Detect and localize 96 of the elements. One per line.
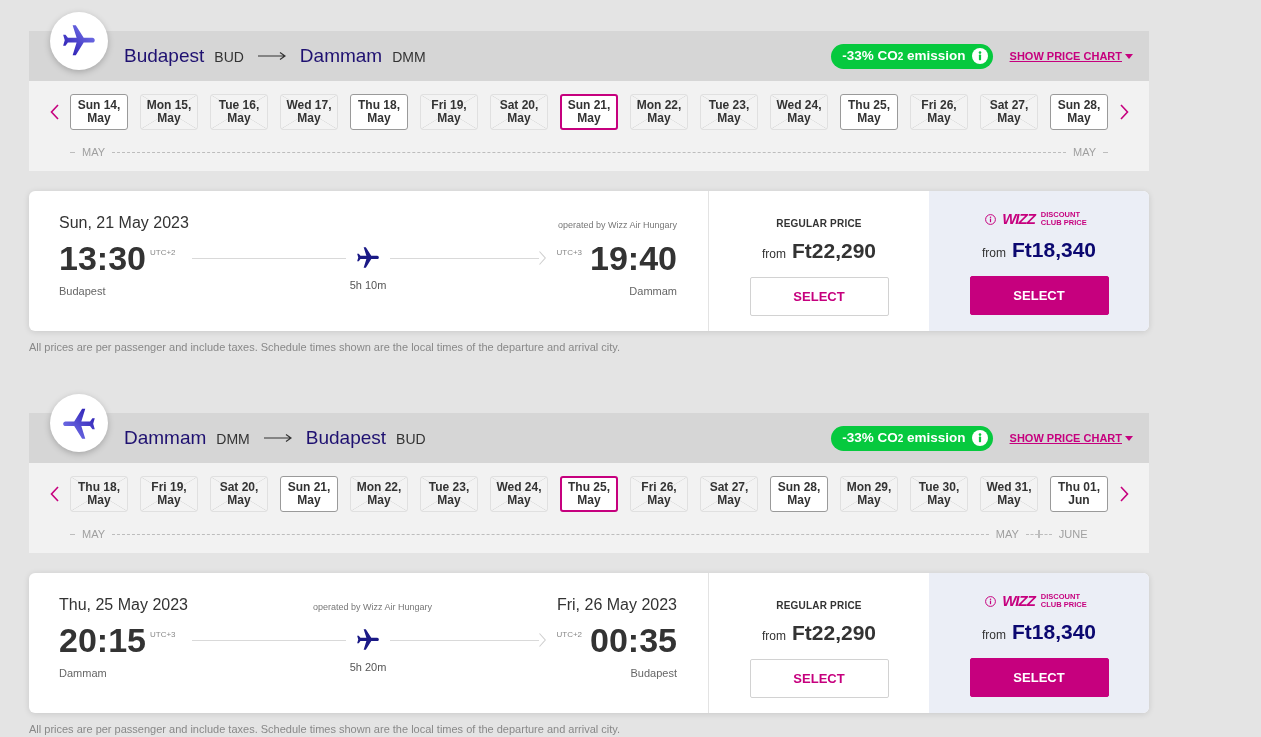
- price-chart-link[interactable]: SHOW PRICE CHART: [1009, 429, 1133, 447]
- chevron-left-icon[interactable]: [49, 104, 59, 120]
- month-label: JUNE: [1058, 527, 1088, 541]
- city-name: Dammam: [299, 44, 383, 68]
- airport-code: DMM: [392, 48, 426, 67]
- date-button[interactable]: Tue 30, May: [910, 476, 968, 512]
- date-button[interactable]: Mon 29, May: [840, 476, 898, 512]
- date-button[interactable]: Sat 27, May: [700, 476, 758, 512]
- from-label: from: [981, 245, 1006, 262]
- flight-date: Fri, 26 May 2023: [556, 595, 677, 615]
- date-button[interactable]: Thu 18, May: [70, 476, 128, 512]
- flight-duration: 5h 20m: [349, 660, 387, 674]
- from-label: from: [761, 246, 786, 263]
- arrowhead-icon: [539, 251, 547, 265]
- from-label: from: [761, 628, 786, 645]
- chevron-right-icon[interactable]: [1119, 104, 1129, 120]
- date-button[interactable]: Sat 20, May: [210, 476, 268, 512]
- date-button[interactable]: Fri 19, May: [140, 476, 198, 512]
- date-button[interactable]: Wed 31, May: [980, 476, 1038, 512]
- date-button[interactable]: Mon 15, May: [140, 94, 198, 130]
- from-label: from: [981, 627, 1006, 644]
- footnote-text: All prices are per passenger and include taxes. Schedule times shown are the local times of the departure and arrival city.: [29, 340, 621, 354]
- fare-price: Ft18,340: [1011, 619, 1097, 645]
- operator-text: operated by Wizz Air Hungary: [312, 601, 432, 614]
- arrival-time: 19:40: [590, 238, 677, 278]
- date-button[interactable]: Fri 26, May: [630, 476, 688, 512]
- date-button[interactable]: Tue 23, May: [420, 476, 478, 512]
- fare-price: Ft22,290: [791, 238, 877, 264]
- city-name: Dammam: [124, 426, 207, 450]
- airport-code: DMM: [216, 430, 250, 449]
- date-button[interactable]: Mon 22, May: [350, 476, 408, 512]
- arrow-right-icon: [263, 433, 292, 443]
- operator-text: operated by Wizz Air Hungary: [557, 219, 677, 232]
- flight-date: Thu, 25 May 2023: [59, 595, 188, 615]
- city-name: Budapest: [305, 426, 387, 450]
- month-label: MAY: [1072, 145, 1096, 159]
- airport-code: BUD: [214, 48, 244, 67]
- arrival-time: 00:35: [590, 620, 677, 660]
- date-button[interactable]: Mon 22, May: [630, 94, 688, 130]
- date-button[interactable]: Sat 27, May: [980, 94, 1038, 130]
- flight-duration: 5h 10m: [349, 278, 387, 292]
- flight-date: Sun, 21 May 2023: [59, 213, 189, 233]
- select-button[interactable]: SELECT: [969, 276, 1109, 315]
- date-button[interactable]: Wed 24, May: [490, 476, 548, 512]
- city-name: Budapest: [124, 44, 205, 68]
- departure-time: 13:30: [59, 238, 146, 278]
- chevron-right-icon[interactable]: [1119, 486, 1129, 502]
- footnote-text: All prices are per passenger and include taxes. Schedule times shown are the local times of the departure and arrival city.: [29, 722, 621, 736]
- city-name: Dammam: [59, 666, 107, 680]
- chevron-left-icon[interactable]: [49, 486, 59, 502]
- date-button[interactable]: Fri 19, May: [420, 94, 478, 130]
- city-name: Budapest: [59, 284, 106, 298]
- select-button[interactable]: SELECT: [749, 277, 889, 316]
- info-icon[interactable]: [985, 213, 997, 225]
- brand-logo: WIZZ: [1002, 211, 1035, 227]
- date-button[interactable]: Sun 28, May: [1050, 94, 1108, 130]
- date-button[interactable]: Wed 17, May: [280, 94, 338, 130]
- select-button[interactable]: SELECT: [969, 658, 1109, 697]
- fare-title: REGULAR PRICE: [776, 600, 862, 612]
- date-button[interactable]: Fri 26, May: [910, 94, 968, 130]
- airport-code: BUD: [396, 430, 426, 449]
- price-chart-link[interactable]: SHOW PRICE CHART: [1009, 47, 1133, 65]
- city-name: Dammam: [629, 284, 677, 298]
- date-button[interactable]: Sun 21, May: [280, 476, 338, 512]
- caret-down-icon: [1125, 435, 1133, 441]
- date-button[interactable]: Thu 18, May: [350, 94, 408, 130]
- date-button[interactable]: Sat 20, May: [490, 94, 548, 130]
- date-button[interactable]: Sun 14, May: [70, 94, 128, 130]
- timezone-label: UTC+3: [149, 629, 176, 641]
- select-button[interactable]: SELECT: [749, 659, 889, 698]
- fare-price: Ft22,290: [791, 620, 877, 646]
- date-button[interactable]: Thu 25, May: [560, 476, 618, 512]
- plane-icon: [355, 245, 381, 271]
- month-label: MAY: [995, 527, 1019, 541]
- date-button[interactable]: Sun 28, May: [770, 476, 828, 512]
- fare-title: REGULAR PRICE: [776, 218, 862, 230]
- timezone-label: UTC+2: [149, 247, 176, 259]
- month-label: MAY: [82, 527, 106, 541]
- timezone-label: UTC+3: [556, 247, 583, 259]
- departure-time: 20:15: [59, 620, 146, 660]
- arrowhead-icon: [539, 633, 547, 647]
- info-icon[interactable]: [985, 595, 997, 607]
- date-button[interactable]: Thu 25, May: [840, 94, 898, 130]
- city-name: Budapest: [630, 666, 677, 680]
- date-button[interactable]: Tue 16, May: [210, 94, 268, 130]
- arrow-right-icon: [257, 51, 286, 61]
- date-button[interactable]: Tue 23, May: [700, 94, 758, 130]
- date-button[interactable]: Sun 21, May: [560, 94, 618, 130]
- brand-logo: WIZZ: [1002, 593, 1035, 609]
- month-label: MAY: [82, 145, 106, 159]
- date-button[interactable]: Thu 01, Jun: [1050, 476, 1108, 512]
- timezone-label: UTC+2: [556, 629, 583, 641]
- date-button[interactable]: Wed 24, May: [770, 94, 828, 130]
- caret-down-icon: [1125, 53, 1133, 59]
- fare-price: Ft18,340: [1011, 237, 1097, 263]
- plane-icon: [355, 627, 381, 653]
